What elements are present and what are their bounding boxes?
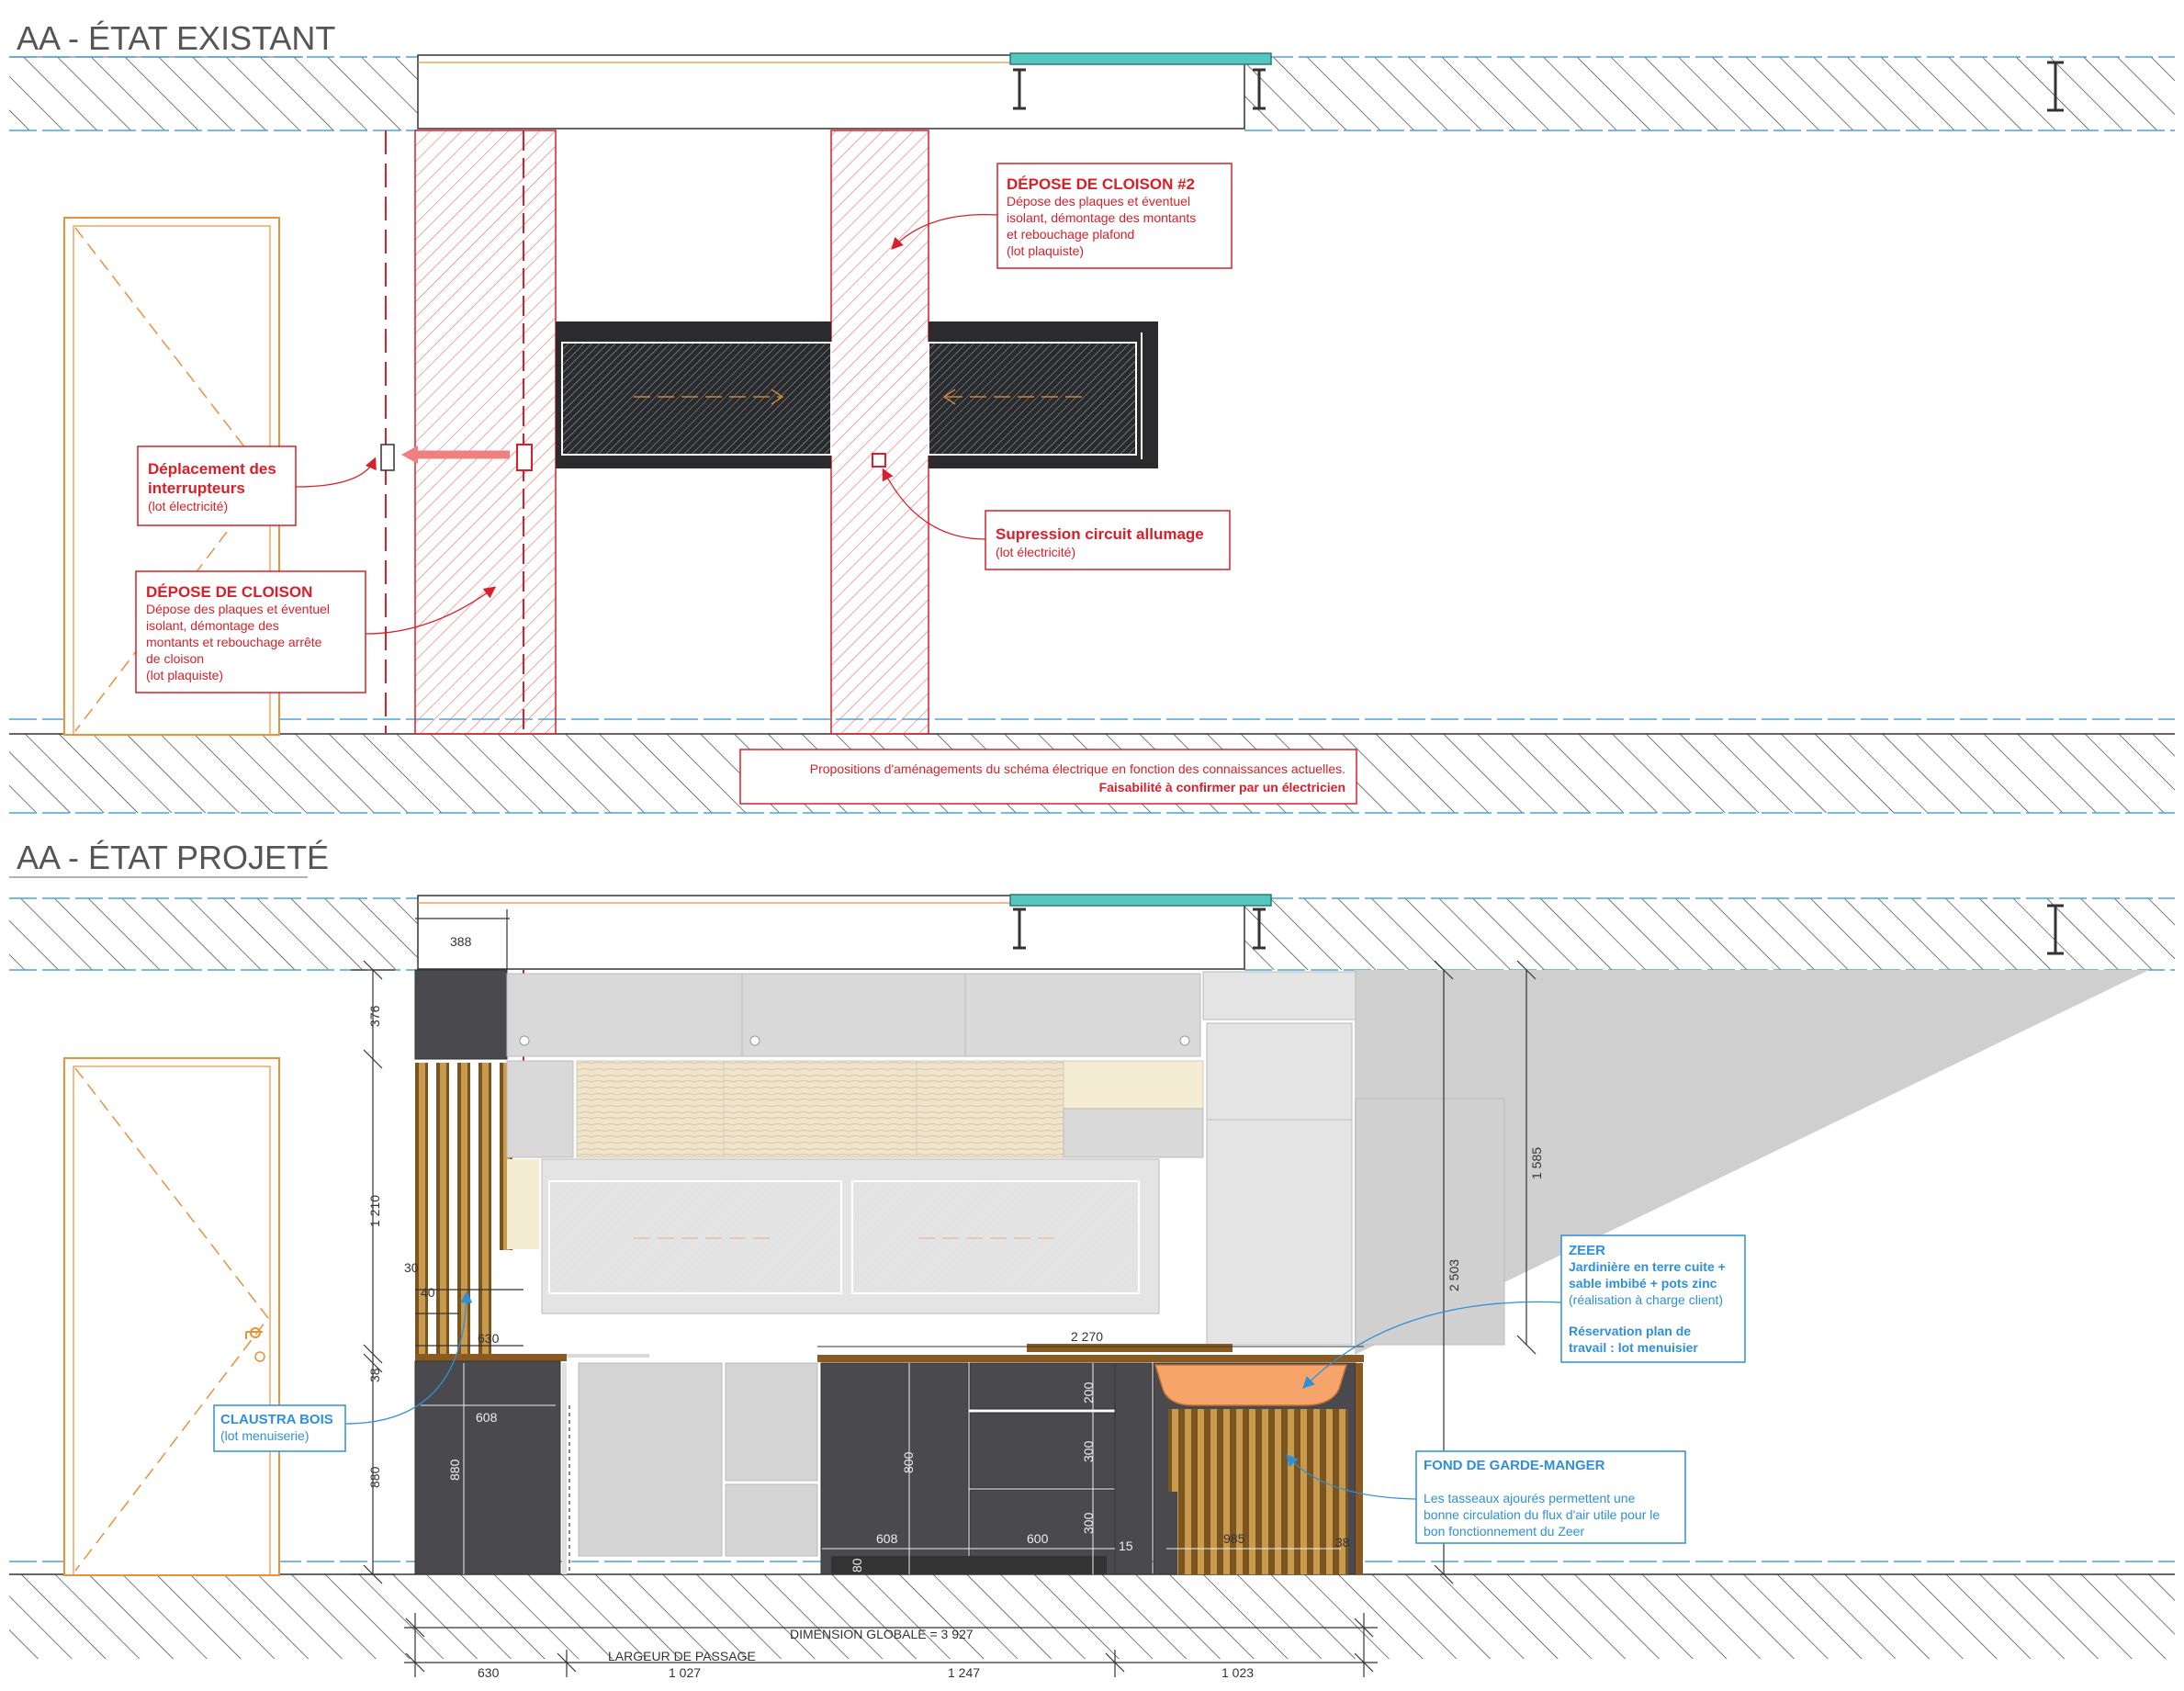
ceiling-slab-existing: [9, 52, 2175, 131]
dim-880-left: 880: [367, 1466, 382, 1488]
dim-passage: LARGEUR DE PASSAGE: [608, 1649, 756, 1663]
dim-300-a: 300: [1081, 1440, 1096, 1462]
annotation-title: ZEER: [1569, 1243, 1605, 1258]
dim-2270: 2 270: [1071, 1329, 1103, 1344]
annotation-title: Supression circuit allumage: [996, 525, 1204, 543]
annotation-line: Réservation plan de: [1569, 1324, 1691, 1338]
dim-2503: 2 503: [1447, 1259, 1461, 1291]
dim-global: DIMENSION GLOBALE = 3 927: [790, 1627, 974, 1641]
dim-630-bottom: 630: [478, 1665, 500, 1680]
claustra-bois: [415, 1063, 512, 1358]
dim-80: 80: [850, 1558, 864, 1573]
dim-300-b: 300: [1081, 1512, 1096, 1534]
zeer-planter: [1154, 1364, 1348, 1406]
note-line: Propositions d'aménagements du schéma él…: [810, 761, 1345, 776]
switch-new-position: [380, 444, 395, 471]
dim-40: 40: [421, 1285, 435, 1300]
annotation-title: Déplacement des: [148, 460, 276, 478]
section-title-existing: AA - ÉTAT EXISTANT: [17, 19, 335, 57]
annotation-line: Les tasseaux ajourés permettent une: [1424, 1491, 1636, 1505]
dim-30: 30: [404, 1260, 419, 1275]
annotation-title: FOND DE GARDE-MANGER: [1424, 1458, 1605, 1473]
annotation-line: Jardinière en terre cuite +: [1569, 1259, 1726, 1274]
floor-slab-projected: [9, 1561, 2175, 1659]
annotation-title: CLAUSTRA BOIS: [220, 1412, 333, 1427]
annotation-line: montants et rebouchage arrête: [146, 635, 322, 649]
annotation-line: (lot électricité): [148, 499, 228, 513]
dim-200: 200: [1081, 1381, 1096, 1404]
annotation-line: de cloison: [146, 651, 204, 666]
dim-600: 600: [1027, 1531, 1049, 1546]
dim-38-right: 38: [1335, 1535, 1350, 1550]
annotation-line: travail : lot menuisier: [1569, 1340, 1698, 1355]
annotation-line: (réalisation à charge client): [1569, 1292, 1723, 1307]
ceiling-slab-projected: [9, 894, 2175, 971]
dim-800: 800: [901, 1451, 916, 1473]
dim-1027: 1 027: [669, 1665, 701, 1680]
annotation-line: (lot plaquiste): [146, 668, 223, 682]
dim-388: 388: [450, 934, 472, 949]
annotation-line: bon fonctionnement du Zeer: [1424, 1524, 1584, 1539]
door-projected: [63, 1057, 280, 1576]
garde-manger-slats: [1168, 1409, 1348, 1574]
dim-985: 985: [1223, 1531, 1245, 1546]
annotation-line: Dépose des plaques et éventuel: [1007, 194, 1190, 209]
annotation-line: isolant, démontage des montants: [1007, 210, 1196, 225]
partition-to-remove-1: [414, 130, 557, 735]
annotation-line: bonne circulation du flux d'air utile po…: [1424, 1507, 1660, 1522]
annotation-line: et rebouchage plafond: [1007, 227, 1134, 242]
drawing-stage: AA - ÉTAT EXISTANT DÉPOSE DE CLOISON #2 …: [0, 0, 2184, 1691]
dim-1247: 1 247: [948, 1665, 980, 1680]
annotation-depose-cloison-2: DÉPOSE DE CLOISON #2 Dépose des plaques …: [891, 163, 1233, 269]
annotation-line: Dépose des plaques et éventuel: [146, 602, 330, 616]
tall-cabinet-top-left: [414, 969, 508, 1060]
dim-608-b: 608: [876, 1531, 898, 1546]
annotation-line: (lot plaquiste): [1007, 243, 1084, 258]
note-line: Faisabilité à confirmer par un électrici…: [1099, 780, 1345, 795]
window-projected: [541, 1158, 1160, 1314]
dim-15: 15: [1119, 1539, 1133, 1553]
partition-to-remove-2: [830, 130, 929, 735]
dim-38-left: 38: [367, 1368, 382, 1382]
annotation-line: (lot électricité): [996, 545, 1075, 559]
annotation-supression-allumage: Supression circuit allumage (lot électri…: [882, 468, 1231, 570]
architectural-drawing: AA - ÉTAT EXISTANT DÉPOSE DE CLOISON #2 …: [9, 19, 2175, 1680]
dim-630-top: 630: [478, 1331, 500, 1346]
annotation-title: interrupteurs: [148, 479, 245, 497]
annotation-deplacement-interrupteurs: Déplacement des interrupteurs (lot élect…: [137, 445, 377, 526]
annotation-line: sable imbibé + pots zinc: [1569, 1276, 1717, 1291]
annotation-title: DÉPOSE DE CLOISON: [146, 583, 312, 601]
electrical-note: Propositions d'aménagements du schéma él…: [739, 749, 1357, 805]
annotation-title: DÉPOSE DE CLOISON #2: [1007, 175, 1195, 193]
dim-608-a: 608: [476, 1410, 498, 1425]
dim-376: 376: [367, 1005, 382, 1027]
dim-880-inside: 880: [447, 1459, 462, 1481]
annotation-line: (lot menuiserie): [220, 1428, 309, 1443]
dim-1210: 1 210: [367, 1195, 382, 1227]
section-title-projected: AA - ÉTAT PROJETÉ: [17, 839, 329, 876]
annotation-line: isolant, démontage des: [146, 618, 279, 633]
dim-1023: 1 023: [1221, 1665, 1254, 1680]
dim-1585: 1 585: [1529, 1147, 1544, 1179]
